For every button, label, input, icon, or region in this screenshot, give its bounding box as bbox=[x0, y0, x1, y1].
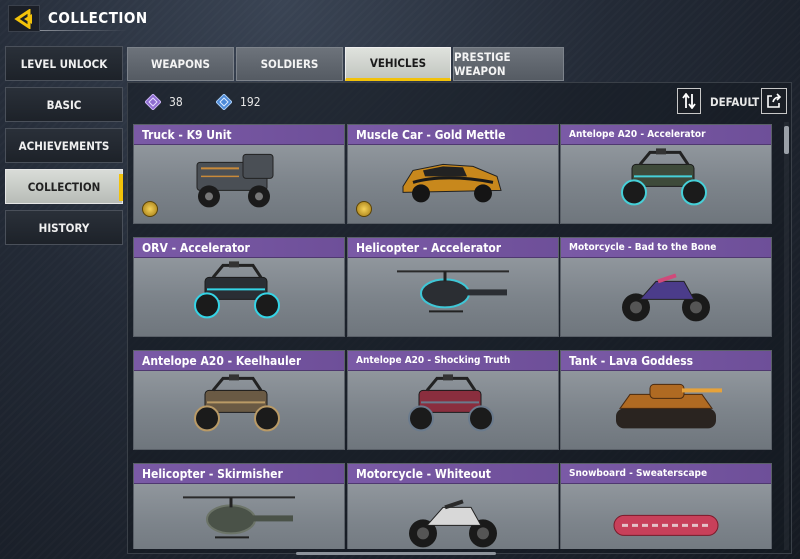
buggy-vehicle-image bbox=[606, 146, 726, 220]
vehicle-name: Motorcycle - Bad to the Bone bbox=[569, 242, 717, 253]
vehicle-name: Muscle Car - Gold Mettle bbox=[356, 127, 506, 142]
heli-vehicle-image bbox=[179, 485, 299, 549]
tank-vehicle-image bbox=[606, 372, 726, 446]
nav-item-achievements[interactable]: ACHIEVEMENTS bbox=[5, 128, 123, 163]
blue-diamond-icon bbox=[216, 94, 232, 110]
vehicle-name: Truck - K9 Unit bbox=[142, 127, 232, 142]
truck-vehicle-image bbox=[179, 146, 299, 220]
vehicle-card[interactable]: Antelope A20 - Keelhauler bbox=[133, 350, 345, 450]
category-tabs: WEAPONS SOLDIERS VEHICLES PRESTIGE WEAPO… bbox=[127, 47, 566, 81]
vehicle-card[interactable]: Helicopter - Accelerator bbox=[347, 237, 559, 337]
nav-label: HISTORY bbox=[38, 220, 90, 235]
vehicle-card[interactable]: Snowboard - Sweaterscape bbox=[560, 463, 772, 549]
vehicle-card[interactable]: ORV - Accelerator bbox=[133, 237, 345, 337]
share-export-icon bbox=[767, 93, 782, 108]
nav-label: ACHIEVEMENTS bbox=[18, 138, 110, 153]
card-header: Helicopter - Accelerator bbox=[348, 238, 558, 258]
vehicle-card[interactable]: Truck - K9 Unit bbox=[133, 124, 345, 224]
vehicle-card[interactable]: Helicopter - Skirmisher bbox=[133, 463, 345, 549]
nav-label: BASIC bbox=[46, 97, 82, 112]
tab-label: WEAPONS bbox=[151, 57, 210, 71]
rarity-badge-icon bbox=[142, 201, 158, 217]
blue-currency: 192 bbox=[216, 94, 261, 110]
purple-currency-value: 38 bbox=[169, 95, 183, 109]
vertical-scrollbar[interactable] bbox=[784, 122, 789, 550]
tab-weapons[interactable]: WEAPONS bbox=[127, 47, 234, 81]
card-header: Muscle Car - Gold Mettle bbox=[348, 125, 558, 145]
car-vehicle-image bbox=[393, 146, 513, 220]
title-underline bbox=[40, 30, 128, 31]
scroll-thumb[interactable] bbox=[784, 126, 789, 154]
tab-label: PRESTIGE WEAPON bbox=[454, 50, 511, 78]
left-nav: LEVEL UNLOCK BASIC ACHIEVEMENTS COLLECTI… bbox=[5, 46, 123, 251]
card-header: Motorcycle - Bad to the Bone bbox=[561, 238, 771, 258]
horizontal-scroll-indicator bbox=[296, 552, 496, 555]
vehicle-name: Motorcycle - Whiteout bbox=[356, 466, 491, 481]
vehicle-name: Antelope A20 - Shocking Truth bbox=[356, 355, 511, 366]
tab-label: SOLDIERS bbox=[260, 57, 319, 71]
vehicle-name: Snowboard - Sweaterscape bbox=[569, 468, 708, 479]
vehicle-card[interactable]: Tank - Lava Goddess bbox=[560, 350, 772, 450]
vehicle-card[interactable]: Antelope A20 - Shocking Truth bbox=[347, 350, 559, 450]
buggy-vehicle-image bbox=[179, 259, 299, 333]
vehicle-card[interactable]: Motorcycle - Whiteout bbox=[347, 463, 559, 549]
sort-arrows-icon bbox=[682, 93, 696, 109]
moto-vehicle-image bbox=[393, 485, 513, 549]
card-header: Antelope A20 - Shocking Truth bbox=[348, 351, 558, 371]
vehicle-grid: Truck - K9 Unit Muscle Car - Gold Mettle… bbox=[133, 124, 773, 549]
sort-label[interactable]: DEFAULT bbox=[710, 95, 759, 109]
buggy-vehicle-image bbox=[179, 372, 299, 446]
vehicle-card[interactable]: Muscle Car - Gold Mettle bbox=[347, 124, 559, 224]
board-vehicle-image bbox=[606, 485, 726, 549]
vehicle-card[interactable]: Antelope A20 - Accelerator bbox=[560, 124, 772, 224]
card-header: Helicopter - Skirmisher bbox=[134, 464, 344, 484]
card-header: Antelope A20 - Keelhauler bbox=[134, 351, 344, 371]
card-header: Truck - K9 Unit bbox=[134, 125, 344, 145]
moto-vehicle-image bbox=[606, 259, 726, 333]
tab-prestige-weapon[interactable]: PRESTIGE WEAPON bbox=[453, 47, 564, 81]
nav-item-level-unlock[interactable]: LEVEL UNLOCK bbox=[5, 46, 123, 81]
share-button[interactable] bbox=[761, 88, 787, 114]
sort-button[interactable] bbox=[677, 88, 701, 114]
card-header: Snowboard - Sweaterscape bbox=[561, 464, 771, 484]
tab-label: VEHICLES bbox=[369, 56, 427, 70]
purple-diamond-icon bbox=[145, 94, 161, 110]
nav-item-collection[interactable]: COLLECTION bbox=[5, 169, 123, 204]
blue-currency-value: 192 bbox=[240, 95, 261, 109]
vehicle-name: Antelope A20 - Accelerator bbox=[569, 129, 706, 140]
vehicle-name: Helicopter - Accelerator bbox=[356, 240, 502, 255]
nav-label: LEVEL UNLOCK bbox=[20, 56, 108, 71]
back-arrow-icon bbox=[14, 8, 32, 29]
nav-item-basic[interactable]: BASIC bbox=[5, 87, 123, 122]
nav-item-history[interactable]: HISTORY bbox=[5, 210, 123, 245]
tab-soldiers[interactable]: SOLDIERS bbox=[236, 47, 343, 81]
vehicle-name: Antelope A20 - Keelhauler bbox=[142, 353, 302, 368]
vehicle-name: Helicopter - Skirmisher bbox=[142, 466, 283, 481]
rarity-badge-icon bbox=[356, 201, 372, 217]
vehicle-name: ORV - Accelerator bbox=[142, 240, 250, 255]
heli-vehicle-image bbox=[393, 259, 513, 333]
back-button[interactable] bbox=[8, 5, 40, 32]
card-header: Antelope A20 - Accelerator bbox=[561, 125, 771, 145]
vehicle-name: Tank - Lava Goddess bbox=[569, 353, 694, 368]
purple-currency: 38 bbox=[145, 94, 183, 110]
card-header: ORV - Accelerator bbox=[134, 238, 344, 258]
page-title: COLLECTION bbox=[48, 9, 148, 27]
card-header: Motorcycle - Whiteout bbox=[348, 464, 558, 484]
tab-vehicles[interactable]: VEHICLES bbox=[345, 47, 451, 81]
nav-label: COLLECTION bbox=[27, 179, 101, 194]
card-header: Tank - Lava Goddess bbox=[561, 351, 771, 371]
buggy-vehicle-image bbox=[393, 372, 513, 446]
vehicle-card[interactable]: Motorcycle - Bad to the Bone bbox=[560, 237, 772, 337]
